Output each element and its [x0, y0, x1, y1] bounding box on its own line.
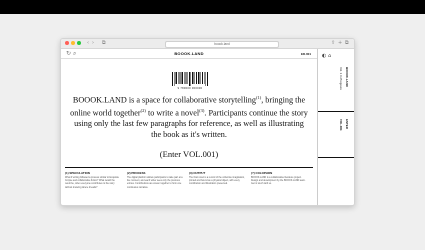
edition-label: ED.001 — [300, 51, 311, 56]
theme-toggle-icon[interactable]: ◐ — [322, 53, 326, 59]
page-header: ↻ ⌕ BOOOK.LAND ED.001 — [61, 49, 317, 59]
section-process: (2) PROCESS The digital platform allows … — [127, 171, 183, 190]
browser-window: ‹ › ⧉ boook.land ⇪ + ⧉ ↻ ⌕ BOOOK.LAND ED… — [60, 38, 355, 206]
info-sections: (1) SPECULATION What if writing followed… — [65, 167, 313, 205]
section-body: What if writing followed a process simil… — [65, 177, 119, 189]
barcode-number: 9 780000 000000 — [177, 86, 203, 90]
section-title: (2) PROCESS — [127, 171, 146, 175]
home-icon[interactable]: ⌂ — [328, 53, 331, 59]
side-volume-label[interactable]: VOL.001 — [339, 119, 343, 131]
section-colophon: (?) COLOPHON BOOOK.LAND is a collaborati… — [251, 171, 307, 187]
browser-toolbar: ‹ › ⧉ boook.land ⇪ + ⧉ — [61, 39, 354, 49]
section-body: BOOOK.LAND is a collaborative literature… — [251, 177, 306, 186]
maximize-window-button[interactable] — [77, 41, 81, 45]
barcode-image — [172, 72, 208, 86]
back-icon[interactable]: ‹ — [87, 40, 89, 47]
section-speculation: (1) SPECULATION What if writing followed… — [65, 171, 121, 190]
section-title: (3) OUTPUT — [189, 171, 206, 175]
site-title[interactable]: BOOOK.LAND — [61, 51, 317, 56]
forward-icon[interactable]: › — [92, 40, 94, 47]
top-black-bar — [0, 0, 425, 14]
section-body: The final novel is a record of the colle… — [189, 177, 245, 186]
section-title: (1) SPECULATION — [65, 171, 90, 175]
side-divider — [318, 157, 354, 158]
intro-paragraph: BOOOK.LAND is a space for collaborative … — [70, 95, 308, 139]
address-bar[interactable]: boook.land — [165, 40, 279, 48]
share-icon[interactable]: ⇪ — [331, 40, 335, 47]
side-volume-status: Vol. 1 In Progress — [339, 67, 343, 90]
close-window-button[interactable] — [65, 41, 69, 45]
sidebar-icon[interactable]: ⧉ — [102, 40, 106, 47]
side-panel-icons: ◐ ⌂ — [322, 53, 331, 59]
side-site-label: BOOOK.LAND — [345, 67, 349, 87]
section-body: The digital platform allows participants… — [127, 177, 183, 189]
page-content: ↻ ⌕ BOOOK.LAND ED.001 9 780000 000000 BO… — [61, 49, 317, 205]
section-title: (?) COLOPHON — [251, 171, 273, 175]
enter-volume-link[interactable]: (Enter VOL.001) — [61, 149, 317, 159]
side-panel: ◐ ⌂ BOOOK.LAND Vol. 1 In Progress ENTER … — [317, 49, 354, 205]
section-output: (3) OUTPUT The final novel is a record o… — [189, 171, 245, 187]
side-enter-label[interactable]: ENTER — [345, 119, 349, 129]
minimize-window-button[interactable] — [71, 41, 75, 45]
side-divider — [318, 111, 354, 112]
new-tab-icon[interactable]: + — [338, 40, 342, 47]
tabs-overview-icon[interactable]: ⧉ — [345, 40, 349, 47]
